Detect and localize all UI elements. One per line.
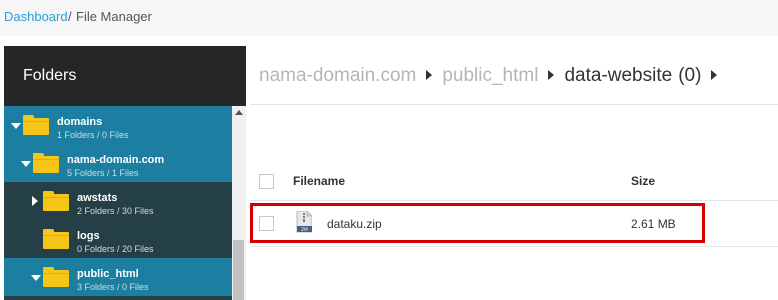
divider — [250, 104, 778, 105]
sidebar-title: Folders — [4, 46, 246, 106]
tree-item-logs[interactable]: logs 0 Folders / 20 Files — [4, 220, 232, 258]
path-arrow-icon — [711, 69, 718, 80]
folder-icon — [33, 153, 59, 173]
path-current-folder: data-website — [564, 65, 673, 86]
path-item-count: (0) — [678, 65, 702, 86]
tree-item-label: public_html — [77, 268, 139, 280]
breadcrumb-current: File Manager — [76, 9, 152, 24]
tree-item-label: awstats — [77, 192, 118, 204]
tree-item-meta: 5 Folders / 1 Files — [67, 168, 139, 178]
tree-item-domains[interactable]: domains 1 Folders / 0 Files — [4, 106, 232, 144]
expand-caret-icon[interactable] — [21, 161, 31, 167]
tree-scrollbar[interactable] — [232, 106, 246, 300]
folder-path: nama-domain.com public_html data-website (0… — [259, 60, 727, 92]
highlight-box — [250, 203, 705, 243]
tree-item-meta: 1 Folders / 0 Files — [57, 130, 129, 140]
path-arrow-icon — [426, 69, 433, 80]
tree-item-nama-domain[interactable]: nama-domain.com 5 Folders / 1 Files — [4, 144, 232, 182]
folder-icon — [23, 115, 49, 135]
folder-tree: domains 1 Folders / 0 Files nama-domain.… — [4, 106, 232, 300]
column-header-size[interactable]: Size — [631, 174, 655, 188]
breadcrumb-dashboard-link[interactable]: Dashboard — [4, 0, 68, 33]
expand-caret-icon[interactable] — [11, 123, 21, 129]
path-segment-public-html[interactable]: public_html — [442, 65, 538, 86]
select-all-checkbox[interactable] — [259, 174, 274, 189]
expand-caret-icon[interactable] — [31, 275, 41, 281]
tree-item-meta: 0 Folders / 20 Files — [77, 244, 154, 254]
breadcrumb-separator: / — [68, 9, 72, 24]
scrollbar-thumb[interactable] — [233, 240, 244, 300]
tree-item-label: nama-domain.com — [67, 154, 165, 166]
column-header-filename[interactable]: Filename — [293, 174, 345, 188]
tree-item-meta: 3 Folders / 0 Files — [77, 282, 149, 292]
tree-item-public-html[interactable]: public_html 3 Folders / 0 Files — [4, 258, 232, 296]
folder-icon — [43, 267, 69, 287]
collapse-caret-icon[interactable] — [32, 196, 38, 206]
tree-item-label: logs — [77, 230, 100, 242]
tree-item-label: domains — [57, 116, 103, 128]
folder-icon — [43, 191, 69, 211]
path-segment-domain[interactable]: nama-domain.com — [259, 65, 416, 86]
path-arrow-icon — [548, 69, 555, 80]
tree-item-awstats[interactable]: awstats 2 Folders / 30 Files — [4, 182, 232, 220]
file-table-header: Filename Size — [250, 160, 778, 201]
scroll-up-arrow-icon[interactable] — [235, 110, 243, 115]
folders-sidebar: Folders domains 1 Folders / 0 Files nama… — [4, 46, 246, 300]
tree-item-meta: 2 Folders / 30 Files — [77, 206, 154, 216]
folder-icon — [43, 229, 69, 249]
breadcrumb: Dashboard / File Manager — [0, 0, 778, 36]
